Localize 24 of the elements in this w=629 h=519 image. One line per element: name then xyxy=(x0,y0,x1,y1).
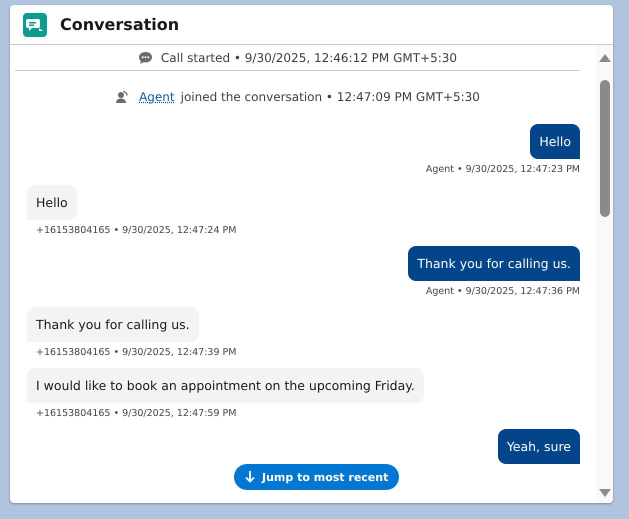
scrollbar[interactable] xyxy=(596,45,613,503)
scroll-up-icon[interactable] xyxy=(599,54,611,62)
message-meta: Agent • 9/30/2025, 12:47:23 PM xyxy=(426,164,580,175)
message-bubble: I would like to book an appointment on the upcoming Friday. xyxy=(27,368,424,403)
message-meta: Agent • 9/30/2025, 12:47:36 PM xyxy=(426,286,580,297)
agent-icon xyxy=(115,90,130,104)
message-bubble: Hello xyxy=(530,124,580,159)
agent-link[interactable]: Agent xyxy=(139,90,175,104)
message-meta: +16153804165 • 9/30/2025, 12:47:24 PM xyxy=(35,225,236,236)
message-meta: +16153804165 • 9/30/2025, 12:47:39 PM xyxy=(35,347,236,358)
message-bubble: Yeah, sure xyxy=(498,429,580,464)
message-bubble: Thank you for calling us. xyxy=(408,246,580,281)
window-title: Conversation xyxy=(60,15,180,34)
jump-to-most-recent-button[interactable]: Jump to most recent xyxy=(234,464,400,490)
message-bubble: Thank you for calling us. xyxy=(27,307,199,342)
down-arrow-icon xyxy=(245,471,255,483)
message-bubble: Hello xyxy=(27,185,77,220)
scrollbar-thumb[interactable] xyxy=(600,80,610,217)
scroll-down-icon[interactable] xyxy=(599,489,611,497)
speech-bubble-icon xyxy=(138,50,153,64)
chat-icon xyxy=(23,12,47,36)
message-meta: +16153804165 • 9/30/2025, 12:47:59 PM xyxy=(35,408,236,419)
join-event-text: joined the conversation • 12:47:09 PM GMT+5:30 xyxy=(180,90,480,104)
call-started-text: Call started • 9/30/2025, 12:46:12 PM GMT+5:30 xyxy=(160,50,458,64)
